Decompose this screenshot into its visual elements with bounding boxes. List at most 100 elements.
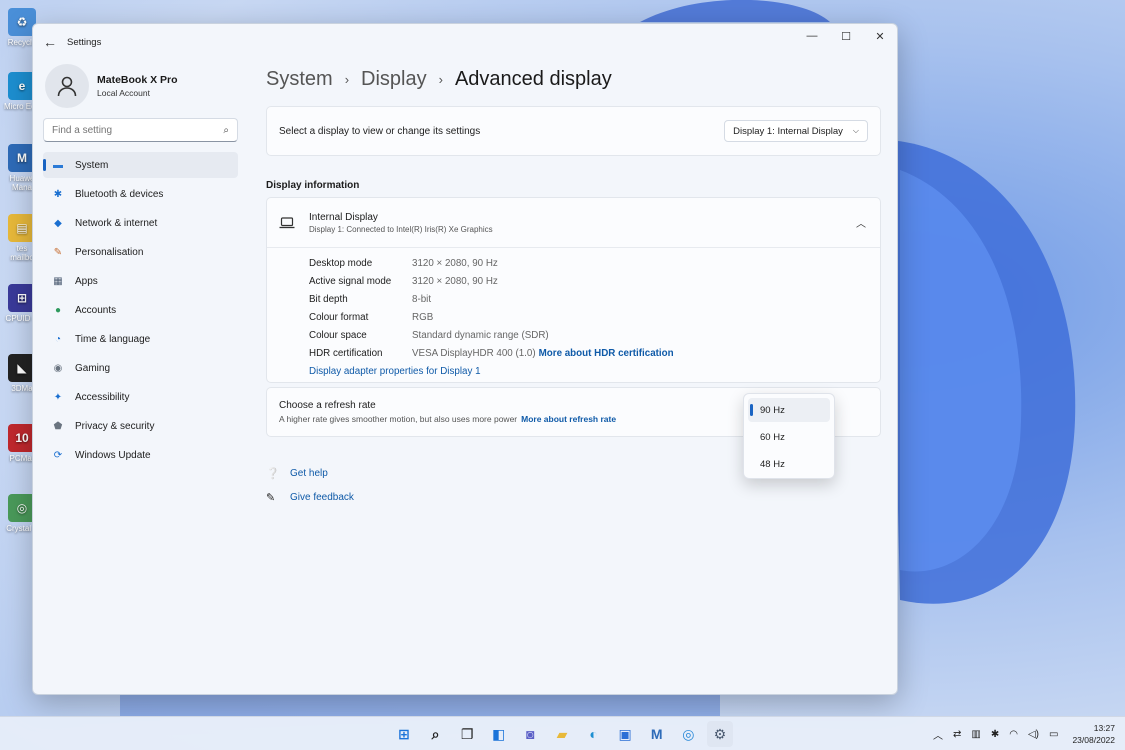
refresh-option-90[interactable]: 90 Hz bbox=[748, 398, 830, 422]
monitor-icon: ▬ bbox=[53, 159, 63, 171]
sidebar-item-privacy-security[interactable]: ⬟ Privacy & security bbox=[43, 413, 238, 439]
chat-button[interactable]: ◙ bbox=[517, 721, 543, 747]
settings-button[interactable]: ⚙ bbox=[706, 721, 733, 747]
store-button[interactable]: ▣ bbox=[612, 721, 638, 747]
title-bar[interactable]: ← Settings — ☐ ✕ bbox=[33, 24, 897, 60]
battery-icon[interactable]: ▭ bbox=[1049, 729, 1058, 740]
sidebar-item-apps[interactable]: ▦ Apps bbox=[43, 268, 238, 294]
info-label: Colour format bbox=[309, 311, 369, 323]
refresh-option-60[interactable]: 60 Hz bbox=[748, 425, 830, 449]
sidebar-item-accessibility[interactable]: ✦ Accessibility bbox=[43, 384, 238, 410]
search-button[interactable]: ⌕ bbox=[423, 721, 449, 747]
search-box[interactable]: ⌕ bbox=[43, 118, 238, 142]
sidebar-item-label: Time & language bbox=[75, 333, 151, 345]
bluetooth-icon[interactable]: ✱ bbox=[991, 729, 999, 740]
arrow-left-icon: ← bbox=[43, 34, 57, 50]
clock-date: 23/08/2022 bbox=[1072, 735, 1115, 745]
display-name: Internal Display bbox=[309, 211, 378, 223]
app-title: Settings bbox=[67, 36, 102, 48]
gear-icon: ⚙ bbox=[713, 725, 727, 742]
huawei-button[interactable]: M bbox=[644, 721, 670, 747]
info-row: Colour format RGB bbox=[309, 308, 880, 326]
display-connection: Display 1: Connected to Intel(R) Iris(R)… bbox=[309, 224, 493, 234]
maximize-button[interactable]: ☐ bbox=[829, 24, 863, 48]
info-row: Desktop mode 3120 × 2080, 90 Hz bbox=[309, 254, 880, 272]
display-select-value: Display 1: Internal Display bbox=[733, 125, 843, 137]
info-row: Active signal mode 3120 × 2080, 90 Hz bbox=[309, 272, 880, 290]
give-feedback-link[interactable]: ✎ Give feedback bbox=[266, 485, 881, 509]
refresh-rate-menu[interactable]: 90 Hz 60 Hz 48 Hz bbox=[743, 393, 835, 479]
bluetooth-icon: ✱ bbox=[53, 188, 63, 200]
info-value: VESA DisplayHDR 400 (1.0) bbox=[412, 347, 536, 359]
chevron-up-icon[interactable]: ︿ bbox=[933, 727, 943, 742]
globe-clock-icon: ◔ bbox=[54, 333, 62, 345]
search-icon[interactable]: ⌕ bbox=[223, 125, 229, 136]
person-icon: ● bbox=[54, 304, 62, 316]
apps-icon: ▦ bbox=[53, 275, 63, 287]
profile-card[interactable]: MateBook X Pro Local Account bbox=[33, 60, 248, 118]
gamepad-icon: ◉ bbox=[53, 362, 63, 374]
display-select-dropdown[interactable]: Display 1: Internal Display ⌵ bbox=[724, 120, 868, 142]
info-row: HDR certification VESA DisplayHDR 400 (1.… bbox=[309, 344, 880, 362]
person-icon bbox=[57, 76, 77, 97]
breadcrumb-separator: › bbox=[438, 71, 443, 87]
breadcrumb-item-display[interactable]: Display bbox=[361, 68, 427, 91]
refresh-option-48[interactable]: 48 Hz bbox=[748, 452, 830, 476]
settings-window: ← Settings — ☐ ✕ MateBook X Pro Local Ac… bbox=[32, 23, 898, 695]
app-button[interactable]: ◎ bbox=[675, 721, 701, 747]
folder-icon: ▰ bbox=[556, 725, 568, 742]
sidebar-item-network-internet[interactable]: ◆ Network & internet bbox=[43, 210, 238, 236]
sidebar-item-system[interactable]: ▬ System bbox=[43, 152, 238, 178]
get-help-label: Get help bbox=[290, 467, 328, 479]
search-input[interactable] bbox=[52, 124, 224, 136]
info-label: Colour space bbox=[309, 329, 367, 341]
back-button[interactable]: ← bbox=[33, 24, 67, 60]
chevron-up-icon[interactable]: ︿ bbox=[856, 215, 866, 230]
wifi-icon[interactable]: ◠ bbox=[1009, 729, 1018, 740]
update-icon: ⟳ bbox=[53, 449, 63, 461]
nav-list: ▬ System ✱ Bluetooth & devices ◆ Network & in… bbox=[33, 152, 248, 468]
sidebar-item-time-language[interactable]: ◔ Time & language bbox=[43, 326, 238, 352]
sidebar-item-label: System bbox=[75, 159, 109, 171]
display-info-header[interactable]: Internal Display Display 1: Connected to… bbox=[267, 198, 880, 248]
huawei-tray-icon[interactable]: ▥ bbox=[971, 729, 980, 740]
info-row: Bit depth 8-bit bbox=[309, 290, 880, 308]
refresh-rate-subtitle: A higher rate gives smoother motion, but… bbox=[279, 414, 518, 424]
breadcrumb-item-system[interactable]: System bbox=[266, 68, 333, 91]
edge-button[interactable]: ◐ bbox=[581, 721, 607, 747]
profile-name: MateBook X Pro bbox=[97, 74, 178, 86]
widgets-button[interactable]: ◧ bbox=[486, 721, 512, 747]
feedback-icon: ✎ bbox=[266, 491, 276, 504]
maximize-icon: ☐ bbox=[841, 30, 851, 43]
shield-icon: ⬟ bbox=[53, 420, 63, 432]
taskbar-apps: ⊞ ⌕ ❐ ◧ ◙ ▰ ◐ ▣ M ◎ ⚙ bbox=[391, 721, 739, 747]
display-info-card: Internal Display Display 1: Connected to… bbox=[266, 197, 881, 383]
sidebar-item-gaming[interactable]: ◉ Gaming bbox=[43, 355, 238, 381]
avatar[interactable] bbox=[45, 64, 89, 108]
clock-time: 13:27 bbox=[1093, 723, 1115, 733]
adapter-properties-link[interactable]: Display adapter properties for Display 1 bbox=[309, 362, 880, 380]
sidebar-item-label: Personalisation bbox=[75, 246, 144, 258]
info-value: RGB bbox=[412, 311, 434, 323]
refresh-rate-link[interactable]: More about refresh rate bbox=[521, 414, 616, 424]
sidebar-item-accounts[interactable]: ● Accounts bbox=[43, 297, 238, 323]
close-button[interactable]: ✕ bbox=[863, 24, 897, 48]
hdr-info-link[interactable]: More about HDR certification bbox=[539, 348, 674, 359]
file-explorer-button[interactable]: ▰ bbox=[549, 721, 575, 747]
minimize-button[interactable]: — bbox=[795, 24, 829, 48]
network-switch-icon[interactable]: ⇄ bbox=[953, 729, 961, 740]
info-label: Desktop mode bbox=[309, 257, 373, 269]
start-button[interactable]: ⊞ bbox=[391, 721, 417, 747]
sidebar-item-label: Bluetooth & devices bbox=[75, 188, 164, 200]
info-label: Active signal mode bbox=[309, 275, 392, 287]
search-icon: ⌕ bbox=[431, 725, 440, 742]
clock[interactable]: 13:27 23/08/2022 bbox=[1072, 722, 1115, 746]
sidebar-item-personalisation[interactable]: ✎ Personalisation bbox=[43, 239, 238, 265]
volume-icon[interactable]: ◁) bbox=[1028, 729, 1039, 740]
info-row: Colour space Standard dynamic range (SDR) bbox=[309, 326, 880, 344]
sidebar-item-windows-update[interactable]: ⟳ Windows Update bbox=[43, 442, 238, 468]
task-view-button[interactable]: ❐ bbox=[454, 721, 480, 747]
huawei-manager-icon: M bbox=[650, 726, 663, 742]
system-tray: ︿ ⇄ ▥ ✱ ◠ ◁) ▭ 13:27 23/08/2022 bbox=[923, 717, 1115, 750]
sidebar-item-bluetooth-devices[interactable]: ✱ Bluetooth & devices bbox=[43, 181, 238, 207]
